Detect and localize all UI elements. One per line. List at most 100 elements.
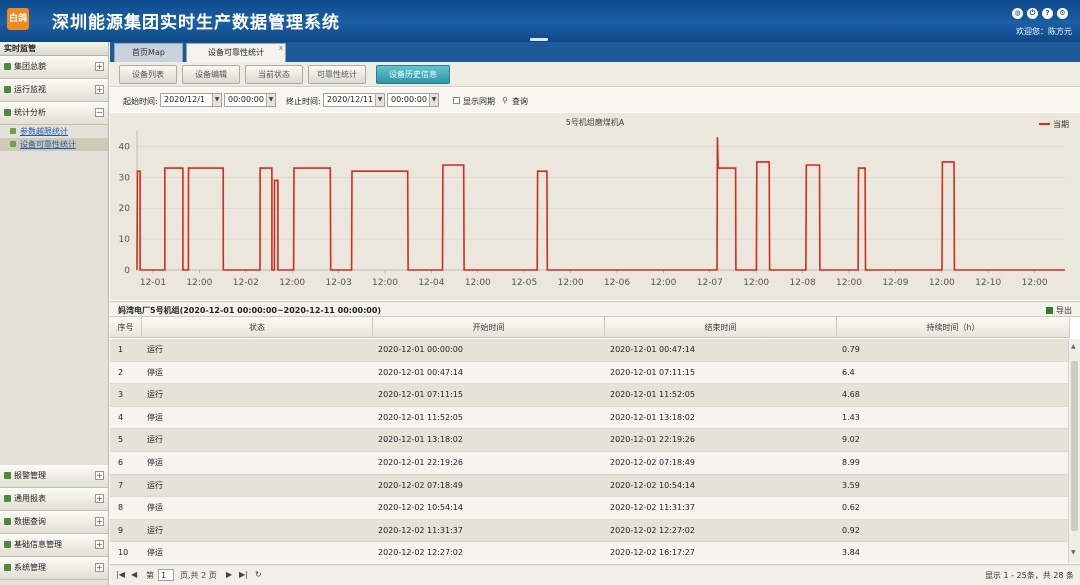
table-cell: 2020-12-01 22:19:26 (378, 457, 463, 467)
table-cell: 2020-12-02 11:31:37 (610, 503, 695, 513)
table-row[interactable]: 8 停运 2020-12-02 10:54:14 2020-12-02 11:31:3… (110, 497, 1068, 520)
scroll-up-icon[interactable]: ▲ (1071, 343, 1076, 350)
folder-icon (4, 86, 11, 93)
table-cell: 2020-12-01 07:11:15 (610, 367, 695, 377)
globe-icon[interactable]: ◍ (1012, 8, 1023, 19)
table-cell: 停运 (147, 457, 163, 467)
filter-bar: 起始时间: 2020/12/1 ▼ 00:00:00 ▼ 终止时间: 2020/12… (110, 88, 1080, 112)
settings-icon[interactable]: ⚙ (1057, 8, 1068, 19)
sidebar-section-bottom4[interactable]: 系统管理 + (0, 557, 108, 580)
export-button[interactable]: 导出 (1046, 305, 1072, 316)
help-icon[interactable]: ? (1042, 8, 1053, 19)
table-row[interactable]: 5 运行 2020-12-01 13:18:02 2020-12-01 22:19:2… (110, 429, 1068, 452)
table-row[interactable]: 6 停运 2020-12-01 22:19:26 2020-12-02 07:18:4… (110, 451, 1068, 475)
table-row[interactable]: 7 运行 2020-12-02 07:18:49 2020-12-02 10:54:1… (110, 474, 1068, 498)
table-cell: 2020-12-01 13:18:02 (378, 435, 463, 445)
y-tick-label: 40 (119, 142, 131, 152)
table-cell: 2 (118, 367, 124, 377)
power-icon[interactable]: ⏻ (1027, 8, 1038, 19)
first-page-icon[interactable]: |◀ (116, 570, 125, 579)
tab-reliability-stats[interactable]: 设备可靠性统计 x (186, 43, 286, 62)
sidebar-section-top2[interactable]: 统计分析 − (0, 102, 108, 125)
table-cell: 8.99 (842, 457, 860, 467)
x-tick-label: 12-07 (697, 278, 723, 288)
end-date-picker[interactable]: 2020/12/11 ▼ (323, 93, 385, 107)
page-number-input[interactable]: 1 (158, 569, 174, 581)
table-cell: 2020-12-02 10:54:14 (610, 480, 695, 490)
x-tick-label: 12:00 (1022, 278, 1048, 288)
table-cell: 运行 (147, 525, 163, 535)
pager-info: 显示 1 - 25条，共 28 条 (984, 571, 1074, 580)
prev-page-icon[interactable]: ◀ (131, 570, 137, 579)
end-time-select[interactable]: 00:00:00 ▼ (387, 93, 439, 107)
table-cell: 2020-12-02 07:18:49 (610, 457, 695, 467)
scroll-down-icon[interactable]: ▼ (1071, 549, 1076, 556)
close-icon[interactable]: x (279, 44, 283, 52)
refresh-icon[interactable]: ↻ (255, 570, 262, 579)
table-row[interactable]: 9 运行 2020-12-02 11:31:37 2020-12-02 12:27:0… (110, 519, 1068, 543)
start-time-select[interactable]: 00:00:00 ▼ (224, 93, 276, 107)
current-status-button[interactable]: 当前状态 (245, 65, 303, 84)
grid-scrollbar[interactable]: ▲ ▼ (1068, 339, 1080, 563)
column-header[interactable]: 状态 (142, 317, 373, 338)
column-header[interactable]: 序号 (110, 317, 142, 338)
expand-toggle-icon[interactable]: − (95, 108, 104, 117)
show-sync-checkbox[interactable] (453, 97, 460, 104)
column-header[interactable]: 开始时间 (373, 317, 605, 338)
table-row[interactable]: 2 停运 2020-12-01 00:47:14 2020-12-01 07:11:1… (110, 361, 1068, 385)
search-icon[interactable]: ⚲ (502, 96, 508, 105)
next-page-icon[interactable]: ▶ (226, 570, 232, 579)
table-cell: 1 (118, 345, 124, 354)
expand-toggle-icon[interactable]: + (95, 471, 104, 480)
last-page-icon[interactable]: ▶| (239, 570, 248, 579)
column-header[interactable]: 持续时间（h） (837, 317, 1070, 338)
device-history-button[interactable]: 设备历史信息 (376, 65, 450, 84)
table-cell: 3.59 (842, 480, 860, 490)
query-button[interactable]: 查询 (512, 96, 528, 107)
table-cell: 2020-12-01 11:52:05 (610, 390, 695, 400)
table-cell: 2020-12-02 12:27:02 (610, 525, 695, 535)
sidebar-section-bottom0[interactable]: 报警管理 + (0, 465, 108, 488)
table-cell: 5 (118, 435, 124, 445)
reliability-stats-button[interactable]: 可靠性统计 (308, 65, 366, 84)
expand-toggle-icon[interactable]: + (95, 540, 104, 549)
folder-icon (4, 541, 11, 548)
table-cell: 运行 (147, 390, 163, 400)
expand-toggle-icon[interactable]: + (95, 62, 104, 71)
sidebar-subitem-1[interactable]: 设备可靠性统计 (0, 138, 108, 151)
scroll-thumb[interactable] (1071, 361, 1078, 531)
series-line (136, 137, 1065, 271)
x-tick-label: 12:00 (929, 278, 955, 288)
sidebar-section-bottom1[interactable]: 通用报表 + (0, 488, 108, 511)
device-edit-button[interactable]: 设备编辑 (182, 65, 240, 84)
table-row[interactable]: 10 停运 2020-12-02 12:27:02 2020-12-02 16:17:… (110, 542, 1068, 563)
end-date-value: 2020/12/11 (327, 95, 374, 104)
end-time-label: 终止时间: (286, 97, 321, 106)
start-date-picker[interactable]: 2020/12/1 ▼ (160, 93, 222, 107)
x-tick-label: 12:00 (836, 278, 862, 288)
table-row[interactable]: 1 运行 2020-12-01 00:00:00 2020-12-01 00:47:1… (110, 339, 1068, 362)
table-row[interactable]: 3 运行 2020-12-01 07:11:15 2020-12-01 11:52:0… (110, 384, 1068, 407)
x-tick-label: 12:00 (558, 278, 584, 288)
expand-toggle-icon[interactable]: + (95, 517, 104, 526)
sidebar-section-top0[interactable]: 集团总貌 + (0, 56, 108, 79)
x-tick-label: 12:00 (279, 278, 305, 288)
sidebar-section-bottom3[interactable]: 基础信息管理 + (0, 534, 108, 557)
table-row[interactable]: 4 停运 2020-12-01 11:52:05 2020-12-01 13:18:0… (110, 406, 1068, 430)
expand-toggle-icon[interactable]: + (95, 494, 104, 503)
table-cell: 2020-12-02 07:18:49 (378, 480, 463, 490)
table-cell: 2020-12-02 16:17:27 (610, 548, 695, 558)
expand-toggle-icon[interactable]: + (95, 85, 104, 94)
tab-home-map[interactable]: 首页Map (114, 43, 183, 62)
expand-toggle-icon[interactable]: + (95, 563, 104, 572)
x-tick-label: 12-06 (604, 278, 630, 288)
trend-chart: 5号机组磨煤机A 当期 0 10 20 30 40 12-01 12:00 12-02 12:00 1… (119, 117, 1069, 288)
sidebar-section-bottom2[interactable]: 数据查询 + (0, 511, 108, 534)
total-pages-label: 页,共 2 页 (180, 571, 217, 580)
device-list-button[interactable]: 设备列表 (119, 65, 177, 84)
y-tick-label: 0 (124, 266, 130, 276)
column-header[interactable]: 结束时间 (605, 317, 837, 338)
sidebar-section-top1[interactable]: 运行监视 + (0, 79, 108, 102)
sidebar-subitem-0[interactable]: 参数越限统计 (0, 125, 108, 138)
table-cell: 2020-12-01 13:18:02 (610, 412, 695, 422)
